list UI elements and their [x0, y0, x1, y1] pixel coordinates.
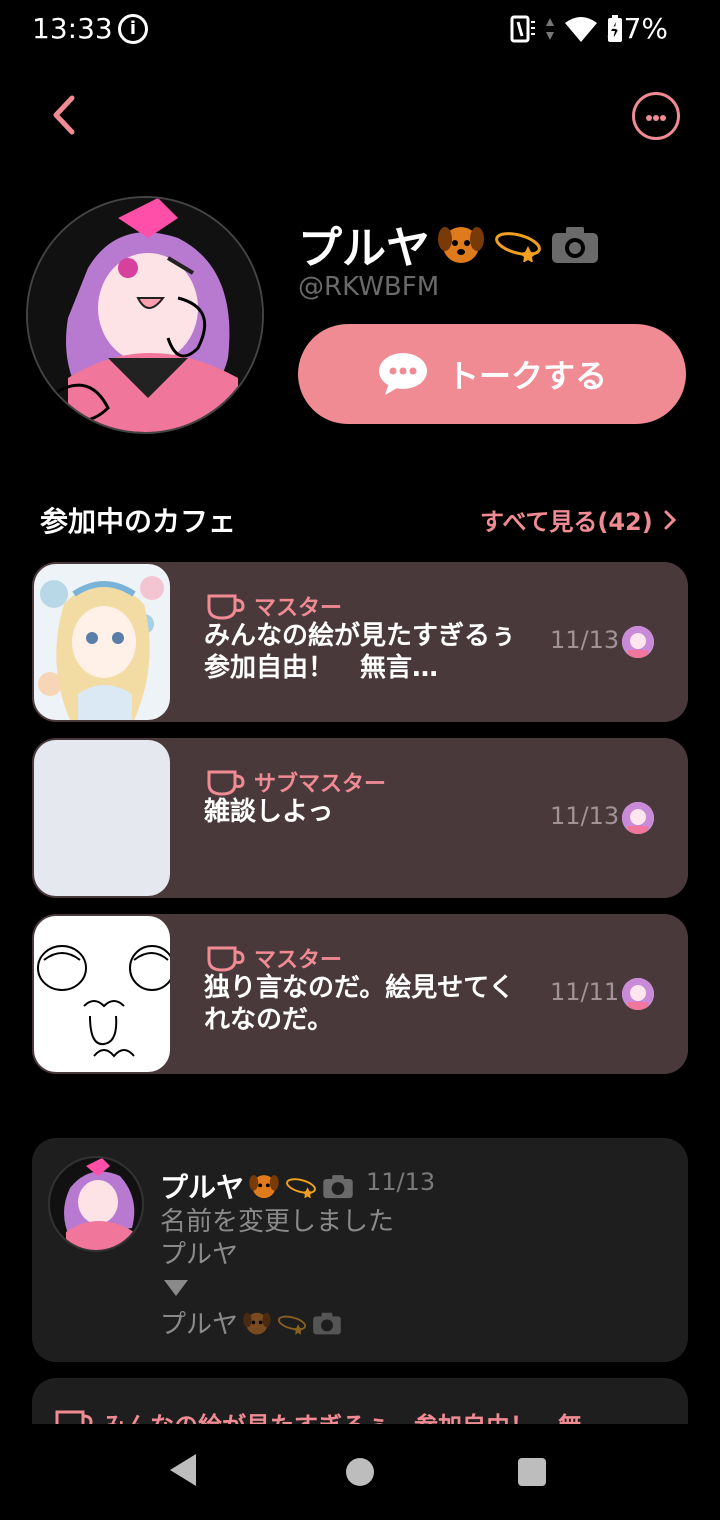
more-options-button[interactable] [632, 92, 680, 140]
cafe-thumbnail [34, 564, 170, 720]
chat-bubble-icon [378, 353, 427, 395]
profile-name-text: プルヤ [298, 223, 430, 274]
cafe-date: 11/13 [550, 626, 620, 654]
activity-author: プルヤ [160, 1166, 354, 1206]
activity-line2: プルヤ [160, 1240, 239, 1270]
nav-recents-icon[interactable] [518, 1458, 546, 1486]
activity-new-name: プルヤ [160, 1304, 342, 1341]
dog-icon [243, 1312, 271, 1334]
cafe-role-label: サブマスター [254, 772, 387, 797]
system-nav-bar [0, 1424, 720, 1520]
arrow-down-icon [164, 1280, 188, 1296]
dog-icon [249, 1175, 279, 1199]
camera-icon [313, 1312, 341, 1334]
profile-handle: @RKWBFM [298, 272, 440, 302]
camera-icon [323, 1175, 353, 1199]
cafe-date: 11/13 [550, 802, 620, 830]
see-all-label: すべて見る(42) [480, 508, 653, 536]
wifi-icon [565, 17, 597, 42]
activity-line1: 名前を変更しました [160, 1207, 395, 1237]
back-button[interactable] [44, 90, 88, 140]
activity-text: 名前を変更しました プルヤ [160, 1206, 394, 1272]
cup-icon [207, 946, 245, 972]
cafe-date: 11/11 [550, 978, 620, 1006]
member-avatar [622, 802, 654, 834]
cafe-card[interactable]: マスター 独り言なのだ。絵見せてくれなのだ。 11/11 [32, 914, 688, 1074]
more-dots-icon [646, 115, 652, 121]
talk-button[interactable]: トークする [298, 324, 686, 424]
avatar-illustration [28, 198, 262, 432]
comet-icon [286, 1178, 316, 1198]
cup-icon [207, 594, 245, 620]
camera-icon [552, 227, 598, 263]
profile-name: プルヤ [298, 212, 600, 276]
nav-home-icon[interactable] [346, 1458, 374, 1486]
comet-icon [495, 232, 541, 262]
member-avatar [622, 978, 654, 1010]
status-time: 13:33 [32, 12, 113, 45]
chevron-left-icon [53, 95, 75, 135]
see-all-link[interactable]: すべて見る(42) [480, 502, 677, 537]
info-icon: i [118, 14, 148, 44]
data-arrows-icon [546, 18, 554, 40]
activity-card[interactable]: プルヤ 11/13 名前を変更しました プルヤ プルヤ [32, 1138, 688, 1362]
avatar [48, 1156, 144, 1252]
cafe-card[interactable]: サブマスター 雑談しよっ 11/13 [32, 738, 688, 898]
vibrate-icon [510, 15, 535, 43]
cafe-role: サブマスター [206, 766, 386, 798]
chevron-right-icon [664, 510, 676, 529]
cafe-thumbnail [34, 740, 170, 896]
profile-avatar[interactable] [26, 196, 264, 434]
activity-date: 11/13 [366, 1168, 436, 1196]
cafe-thumbnail [34, 916, 170, 1072]
cup-icon [207, 770, 245, 796]
cafe-name: みんなの絵が見たすぎるぅ 参加自由！ 無言… [204, 621, 543, 683]
cafe-name: 雑談しよっ [204, 797, 334, 827]
cafe-role: マスター [206, 590, 342, 622]
talk-button-label: トークする [446, 357, 607, 395]
comet-icon [277, 1315, 307, 1335]
activity-new-name-text: プルヤ [160, 1310, 239, 1340]
nav-back-icon[interactable] [170, 1454, 196, 1486]
cafe-role-label: マスター [254, 596, 343, 621]
cafe-name: 独り言なのだ。絵見せてくれなのだ。 [204, 973, 515, 1035]
battery-percent: 37% [605, 12, 668, 45]
activity-author-name: プルヤ [160, 1171, 245, 1204]
cafe-card[interactable]: マスター みんなの絵が見たすぎるぅ 参加自由！ 無言… 11/13 [32, 562, 688, 722]
dog-icon [438, 227, 484, 263]
status-bar: 13:33 i 37% [0, 0, 720, 60]
section-title-cafes: 参加中のカフェ [40, 505, 237, 538]
member-avatar [622, 626, 654, 658]
cafe-role-label: マスター [254, 948, 343, 973]
cafe-role: マスター [206, 942, 342, 974]
